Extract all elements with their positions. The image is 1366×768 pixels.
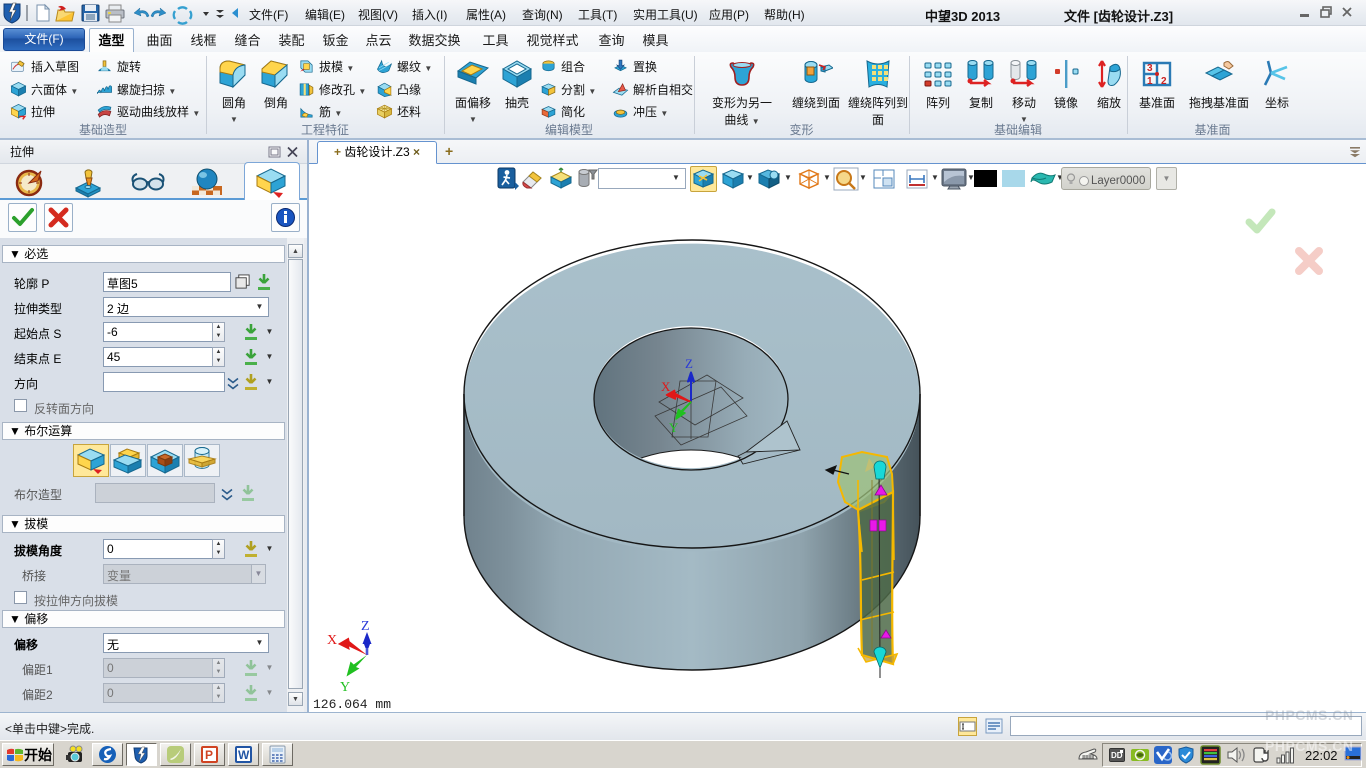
svg-text:X: X [327,633,337,648]
svg-text:W: W [238,748,250,762]
svg-text:Y: Y [669,420,679,435]
svg-text:Z: Z [361,619,370,634]
svg-text:P: P [205,748,213,762]
svg-text:X: X [661,379,671,394]
svg-text:Z: Z [685,356,693,371]
svg-text:Y: Y [340,680,350,695]
svg-text:126.064 mm: 126.064 mm [313,697,391,712]
